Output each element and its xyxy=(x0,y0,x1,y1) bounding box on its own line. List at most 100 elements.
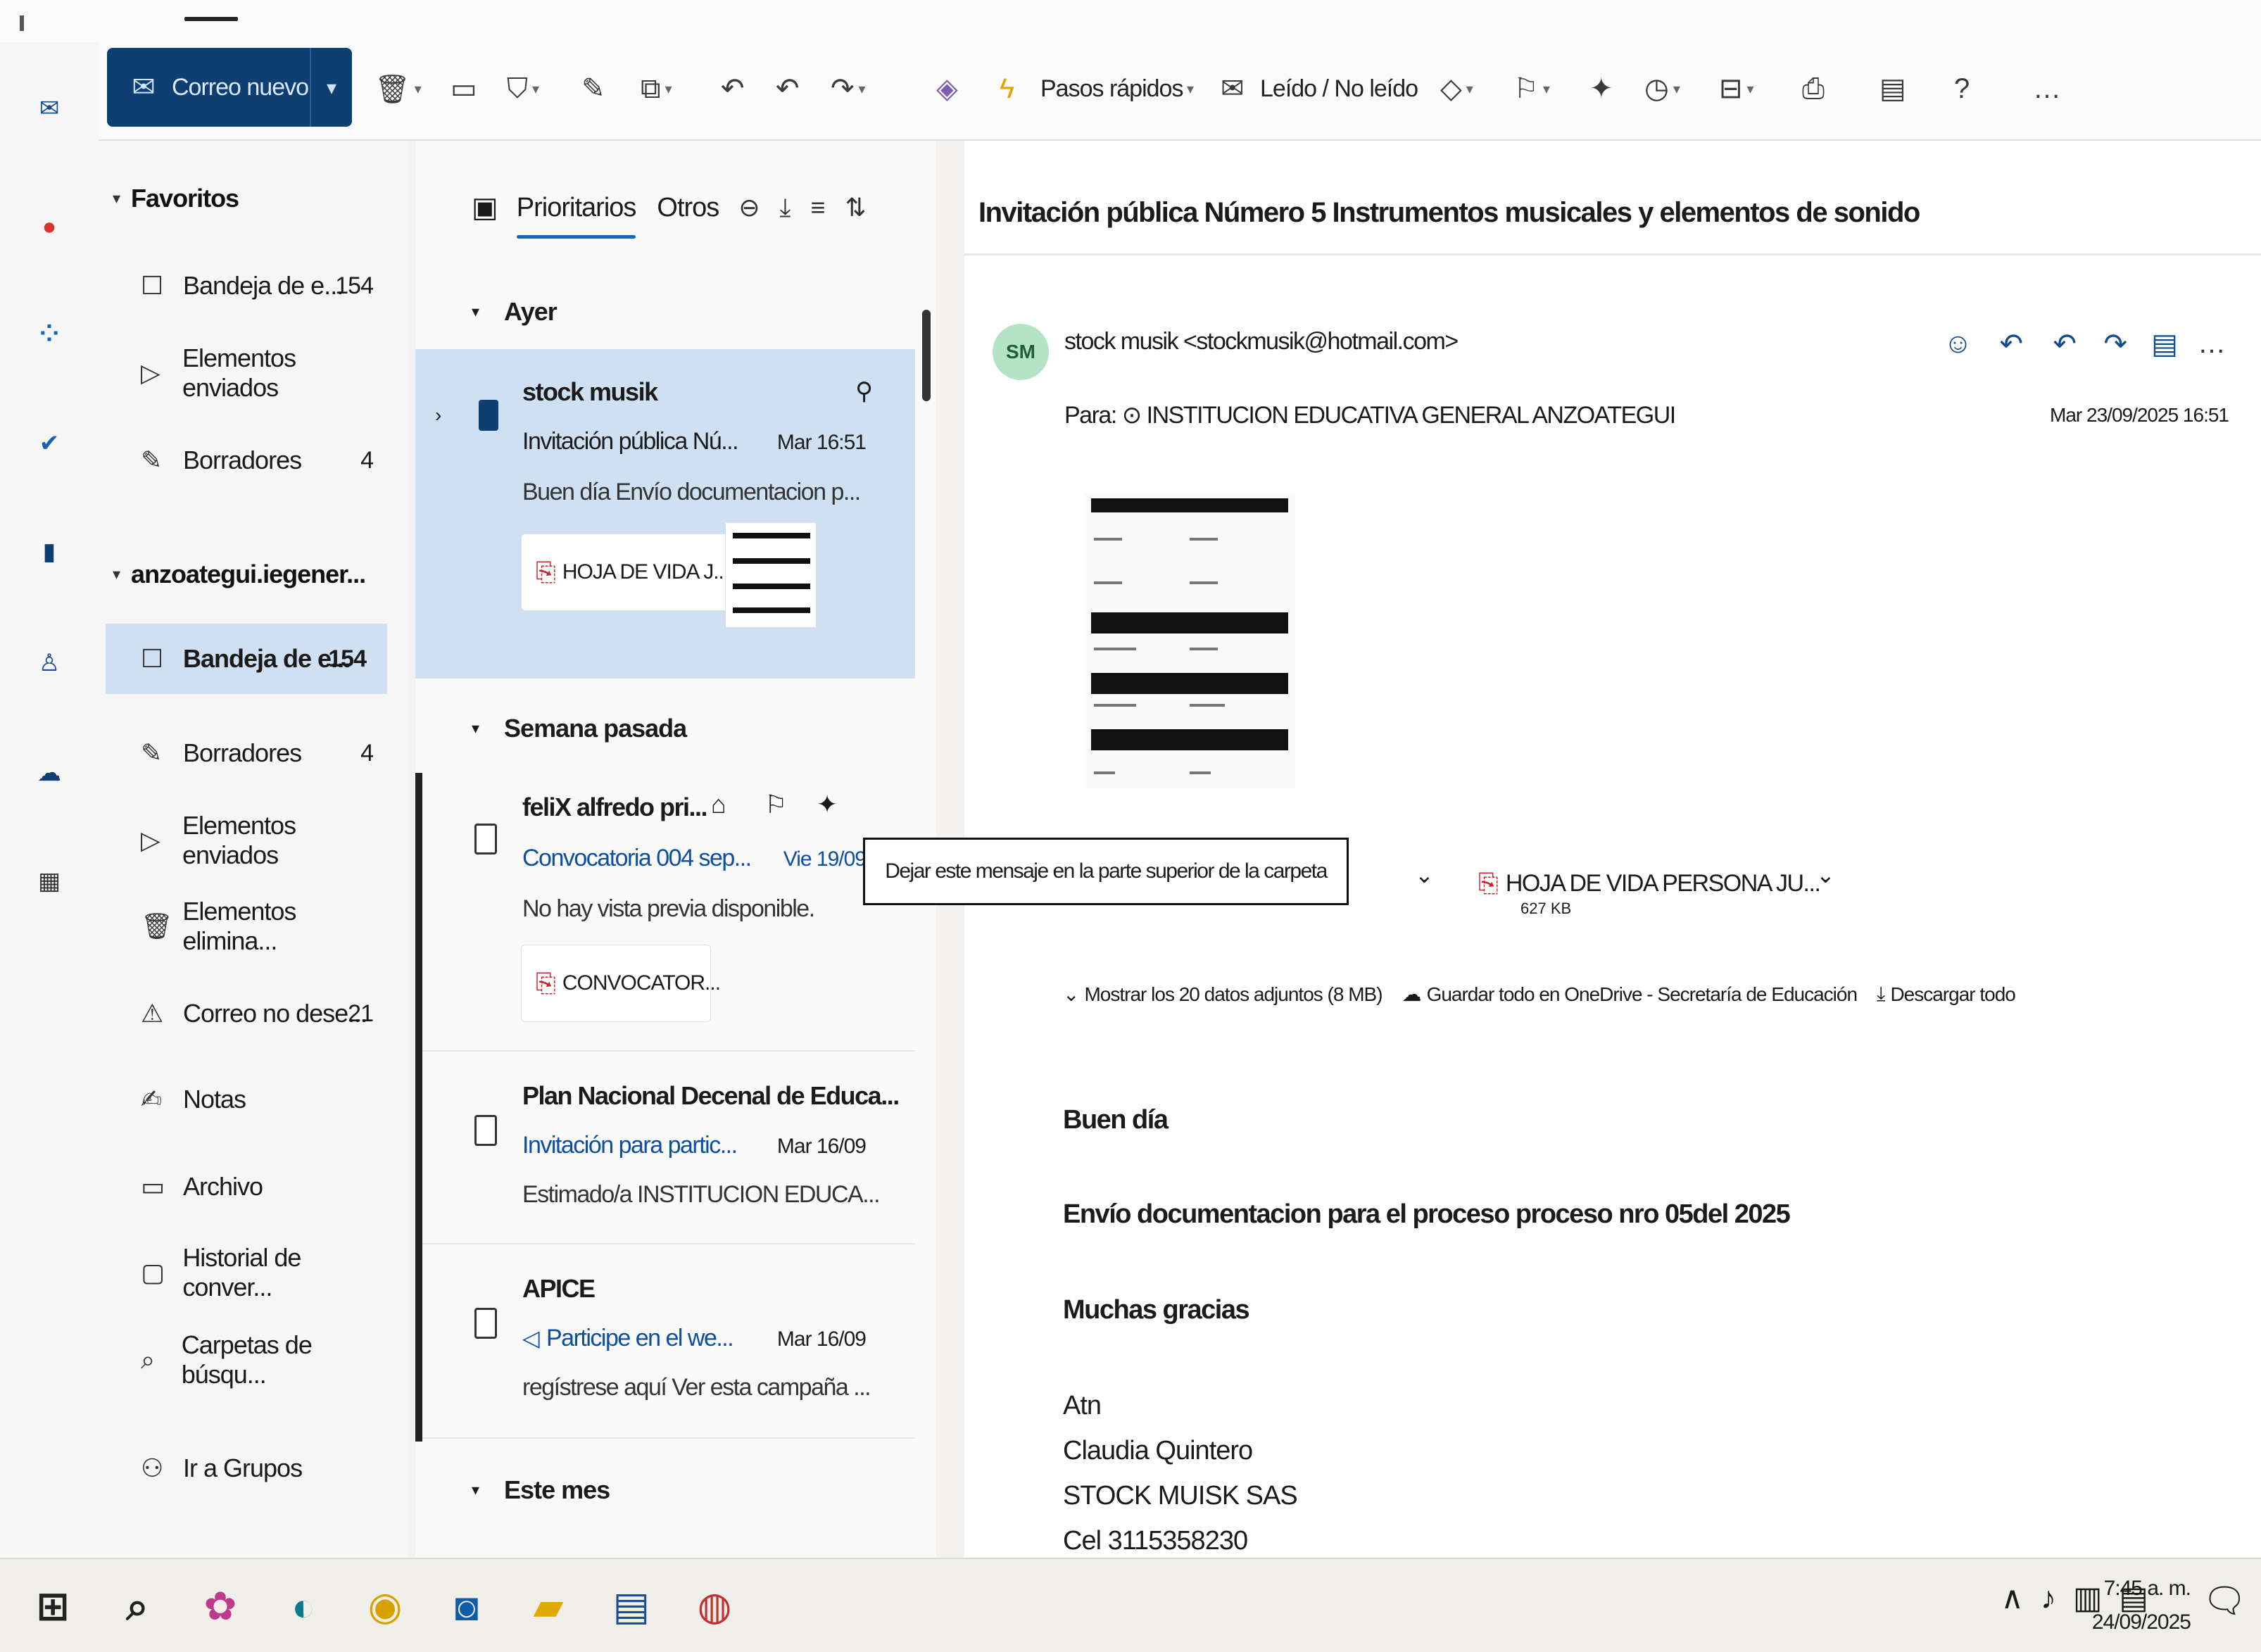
read-unread-label[interactable]: Leído / No leído xyxy=(1260,68,1418,110)
volume-icon[interactable]: ♪ xyxy=(2041,1581,2056,1616)
show-attachments-link[interactable]: Mostrar los 20 datos adjuntos (8 MB) xyxy=(1084,983,1383,1006)
attachment-chip[interactable]: ⎘ CONVOCATOR... xyxy=(521,945,721,1022)
edge-app-icon[interactable]: ◐ xyxy=(272,1575,335,1638)
message-checkbox[interactable] xyxy=(474,1308,497,1339)
tab-focused[interactable]: Prioritarios xyxy=(516,193,636,239)
chrome-app-icon[interactable]: ◉ xyxy=(353,1575,417,1638)
select-all-icon[interactable]: ▣ xyxy=(472,191,498,224)
attachment-preview[interactable] xyxy=(1084,493,1295,788)
folder-junk[interactable]: ⚠ Correo no dese... 21 xyxy=(106,978,394,1049)
notification-icon[interactable]: 🗨 xyxy=(2203,1580,2247,1622)
more-options-icon[interactable]: … xyxy=(2198,328,2226,360)
fav-item-drafts[interactable]: ✎ Borradores 4 xyxy=(106,425,394,496)
forward-button[interactable]: ↷ ▾ xyxy=(831,68,866,110)
new-mail-button[interactable]: ✉ Correo nuevo ▾ xyxy=(107,48,352,127)
sort-icon[interactable]: ⇅ xyxy=(845,193,866,222)
folder-inbox[interactable]: ☐ Bandeja de e... 154 xyxy=(106,624,387,694)
download-all-link[interactable]: Descargar todo xyxy=(1890,983,2015,1006)
forward-icon[interactable]: ↷ xyxy=(2103,328,2127,360)
recipients[interactable]: Para: ⊙ INSTITUCION EDUCATIVA GENERAL AN… xyxy=(1064,401,1676,429)
message-item-felix[interactable]: feliX alfredo pri... ⌂ ⚐ ✦ Convocatoria … xyxy=(415,767,915,1049)
windows-start-icon[interactable]: ⊞ xyxy=(21,1575,84,1638)
folder-deleted[interactable]: 🗑 Elementos elimina... xyxy=(106,891,394,961)
group-header-this-month[interactable]: ▾ Este mes xyxy=(472,1465,610,1515)
chrome-profile-icon[interactable]: ◍ xyxy=(683,1575,746,1638)
message-item-plan-nacional[interactable]: Plan Nacional Decenal de Educa... Invita… xyxy=(415,1053,915,1239)
apps-icon[interactable]: ▤ xyxy=(2151,328,2178,360)
snooze-button[interactable]: ◷ ▾ xyxy=(1644,68,1680,110)
mark-read-icon[interactable]: ⌂ xyxy=(711,790,726,819)
delete-button[interactable]: 🗑 ▾ xyxy=(374,68,422,110)
reply-all-icon[interactable]: ↶ xyxy=(2053,328,2077,360)
move-button[interactable]: ⧉ ▾ xyxy=(641,68,672,110)
folder-notes[interactable]: ✍ Notas xyxy=(106,1064,394,1135)
apps-icon[interactable]: ▦ xyxy=(34,866,65,897)
tab-other[interactable]: Otros xyxy=(657,193,719,223)
archive-button[interactable]: ▭ xyxy=(451,68,477,110)
people-app-icon[interactable]: ⁘ xyxy=(34,318,65,349)
message-item-apice[interactable]: APICE ◁ Participe en el we... Mar 16/09 … xyxy=(415,1246,915,1433)
clock[interactable]: 7:45 a. m. 24/09/2025 xyxy=(2092,1572,2191,1639)
quick-steps-label[interactable]: Pasos rápidos xyxy=(1040,68,1183,110)
search-icon[interactable]: ⌕ xyxy=(106,1575,169,1638)
folder-search-folders[interactable]: ⌕ Carpetas de búsqu... xyxy=(106,1325,394,1395)
reply-all-button[interactable]: ↶ xyxy=(776,68,800,110)
teams-share-button[interactable]: ◈ xyxy=(936,68,958,110)
group-header-last-week[interactable]: ▾ Semana pasada xyxy=(472,704,687,753)
onedrive-app-icon[interactable]: ☁ xyxy=(34,757,65,788)
message-item-stock-musik[interactable]: › stock musik ⚲ Invitación pública Nú...… xyxy=(415,349,915,679)
fav-item-sent[interactable]: ▷ Elementos enviados xyxy=(106,338,394,408)
file-explorer-icon[interactable]: ▰ xyxy=(517,1575,580,1638)
filter-icon[interactable]: ≡ xyxy=(810,193,825,222)
sender-address[interactable]: stock musik <stockmusik@hotmail.com> xyxy=(1064,328,1459,355)
folder-archive[interactable]: ▭ Archivo xyxy=(106,1152,394,1222)
files-app-icon[interactable]: ▮ xyxy=(34,536,65,567)
go-to-groups-link[interactable]: ⚇ Ir a Grupos xyxy=(106,1433,394,1503)
read-unread-button[interactable]: ✉ xyxy=(1221,68,1245,110)
flag-button[interactable]: ⚐ ▾ xyxy=(1513,68,1550,110)
pin-button[interactable]: ✦ xyxy=(1589,68,1613,110)
folder-sent[interactable]: ▷ Elementos enviados xyxy=(106,805,394,876)
selected-checkbox[interactable] xyxy=(479,400,498,431)
outlook-app-icon[interactable]: ◙ xyxy=(435,1575,498,1638)
chevron-down-icon[interactable]: ⌄ xyxy=(1415,862,1434,888)
fav-item-inbox[interactable]: ☐ Bandeja de e... 154 xyxy=(106,251,394,321)
reply-button[interactable]: ↶ xyxy=(721,68,745,110)
avatar[interactable]: SM xyxy=(993,324,1049,380)
copilot-icon[interactable]: ⊖ xyxy=(738,193,760,222)
mail-app-icon[interactable]: ✉ xyxy=(34,93,65,124)
account-header[interactable]: ▾ anzoategui.iegener... xyxy=(113,553,366,595)
chevron-right-icon[interactable]: › xyxy=(435,404,441,427)
folder-conversation-history[interactable]: ▢ Historial de conver... xyxy=(106,1237,394,1308)
word-app-icon[interactable]: ▤ xyxy=(600,1575,663,1638)
reply-icon[interactable]: ↶ xyxy=(1999,328,2023,360)
policy-button[interactable]: ⊟ ▾ xyxy=(1719,68,1754,110)
sweep-button[interactable]: ✎ xyxy=(581,68,605,110)
immersive-reader-button[interactable]: ▤ xyxy=(1879,68,1906,110)
todo-app-icon[interactable]: ✔ xyxy=(34,428,65,459)
org-app-icon[interactable]: ♙ xyxy=(34,648,65,679)
calendar-app-icon[interactable]: ● xyxy=(34,211,65,242)
folder-drafts[interactable]: ✎ Borradores 4 xyxy=(106,718,394,788)
new-mail-dropdown[interactable]: ▾ xyxy=(310,48,352,127)
print-button[interactable]: ⎙ xyxy=(1802,68,1825,110)
message-checkbox[interactable] xyxy=(474,1115,497,1146)
copilot-app-icon[interactable]: ✿ xyxy=(189,1575,252,1638)
help-button[interactable]: ? xyxy=(1954,68,1970,110)
message-checkbox[interactable] xyxy=(474,824,497,855)
chevron-up-icon[interactable]: ∧ xyxy=(2001,1580,2024,1616)
more-options-button[interactable]: … xyxy=(2033,68,2061,110)
pin-icon[interactable]: ✦ xyxy=(817,790,838,819)
list-scrollbar[interactable] xyxy=(922,310,931,401)
categorize-button[interactable]: ◇ ▾ xyxy=(1440,68,1473,110)
group-header-yesterday[interactable]: ▾ Ayer xyxy=(472,287,558,336)
quick-steps-dropdown[interactable]: ▾ xyxy=(1183,68,1194,110)
attachment-card[interactable]: ⎘ HOJA DE VIDA PERSONA JU... 627 KB xyxy=(1478,845,1821,922)
favorites-header[interactable]: ▾ Favoritos xyxy=(113,177,239,220)
report-button[interactable]: ⛉ ▾ xyxy=(507,68,539,110)
jump-to-icon[interactable]: ⤓ xyxy=(779,193,791,223)
flag-icon[interactable]: ⚐ xyxy=(764,790,787,819)
minimize-dash[interactable] xyxy=(184,17,238,21)
chevron-down-icon[interactable]: ⌄ xyxy=(1816,862,1835,888)
emoji-icon[interactable]: ☺ xyxy=(1944,328,1972,360)
